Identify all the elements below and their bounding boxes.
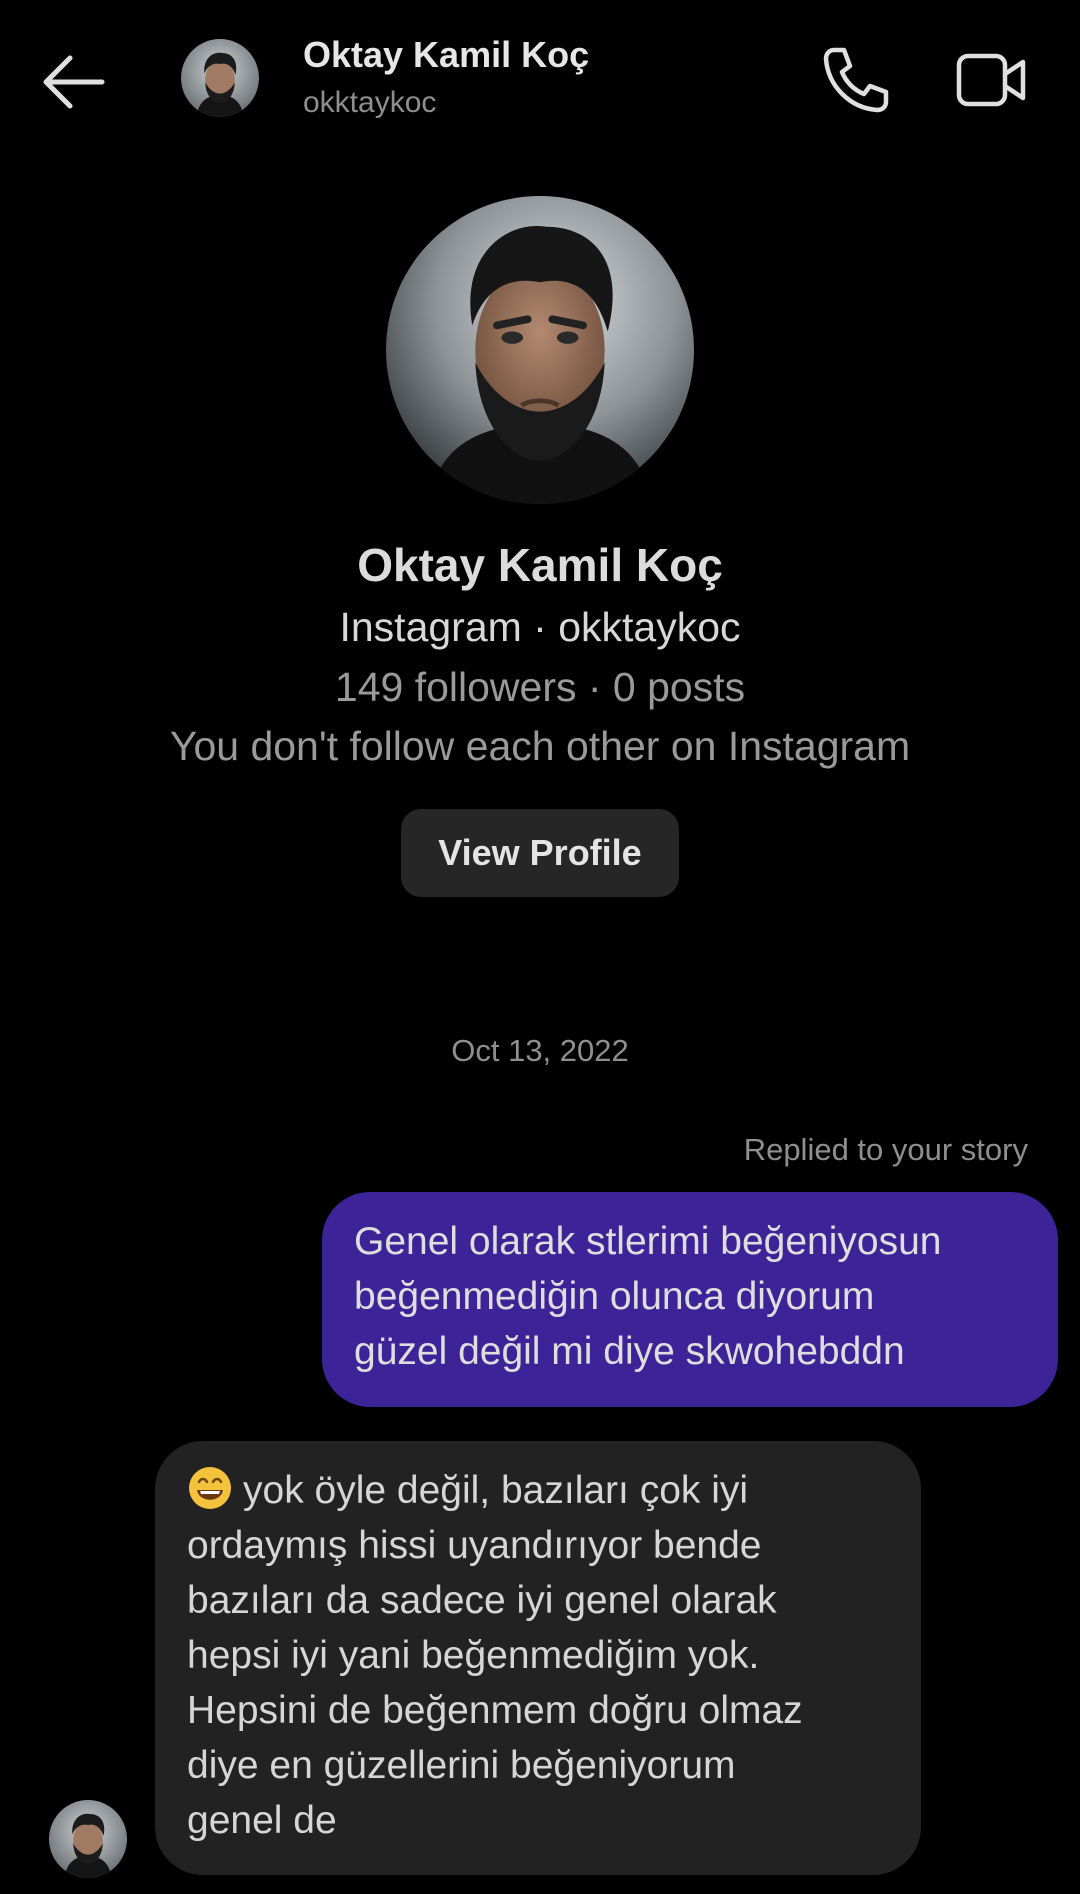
sender-avatar[interactable] bbox=[49, 1800, 127, 1878]
header-contact-name[interactable]: Oktay Kamil Koç bbox=[303, 34, 589, 76]
audio-call-button[interactable] bbox=[820, 44, 892, 116]
profile-source: Instagram · okktaykoc bbox=[339, 604, 741, 650]
arrow-left-icon bbox=[43, 55, 105, 109]
avatar-image bbox=[386, 196, 694, 504]
message-line: genel de bbox=[187, 1799, 337, 1842]
message-line: Genel olarak stlerimi beğeniyosun bbox=[354, 1220, 942, 1263]
message-line: yok öyle değil, bazıları çok iyi bbox=[243, 1469, 749, 1512]
message-line: güzel değil mi diye skwohebddn bbox=[354, 1330, 905, 1373]
message-line: bazıları da sadece iyi genel olarak bbox=[187, 1579, 777, 1622]
message-line: hepsi iyi yani beğenmediğim yok. bbox=[187, 1634, 760, 1677]
follow-relation-text: You don't follow each other on Instagram bbox=[169, 723, 911, 769]
profile-stats: 149 followers · 0 posts bbox=[334, 664, 746, 710]
message-line-with-emoji: yok öyle değil, bazıları çok iyi bbox=[187, 1463, 889, 1518]
chat-header: Oktay Kamil Koç okktaykoc bbox=[0, 0, 1080, 160]
avatar-image bbox=[181, 39, 259, 117]
video-call-button[interactable] bbox=[955, 50, 1029, 110]
back-button[interactable] bbox=[40, 50, 112, 114]
header-username: okktaykoc bbox=[303, 86, 437, 119]
message-line: beğenmediğin olunca diyorum bbox=[354, 1275, 875, 1318]
reply-context-label: Replied to your story bbox=[743, 1132, 1028, 1167]
message-line: diye en güzellerini beğeniyorum bbox=[187, 1744, 736, 1787]
profile-name: Oktay Kamil Koç bbox=[357, 539, 723, 591]
video-camera-icon bbox=[956, 53, 1026, 107]
view-profile-button[interactable]: View Profile bbox=[401, 809, 679, 897]
date-separator: Oct 13, 2022 bbox=[451, 1033, 629, 1068]
message-line: ordaymış hissi uyandırıyor bende bbox=[187, 1524, 762, 1567]
phone-icon bbox=[823, 47, 889, 113]
header-avatar[interactable] bbox=[181, 39, 259, 117]
profile-avatar[interactable] bbox=[386, 196, 694, 504]
incoming-message-bubble[interactable]: yok öyle değil, bazıları çok iyi ordaymı… bbox=[155, 1441, 921, 1875]
outgoing-message-bubble[interactable]: Genel olarak stlerimi beğeniyosun beğenm… bbox=[322, 1192, 1058, 1407]
message-line: Hepsini de beğenmem doğru olmaz bbox=[187, 1689, 803, 1732]
avatar-image bbox=[49, 1800, 127, 1878]
grinning-face-icon bbox=[187, 1465, 233, 1511]
